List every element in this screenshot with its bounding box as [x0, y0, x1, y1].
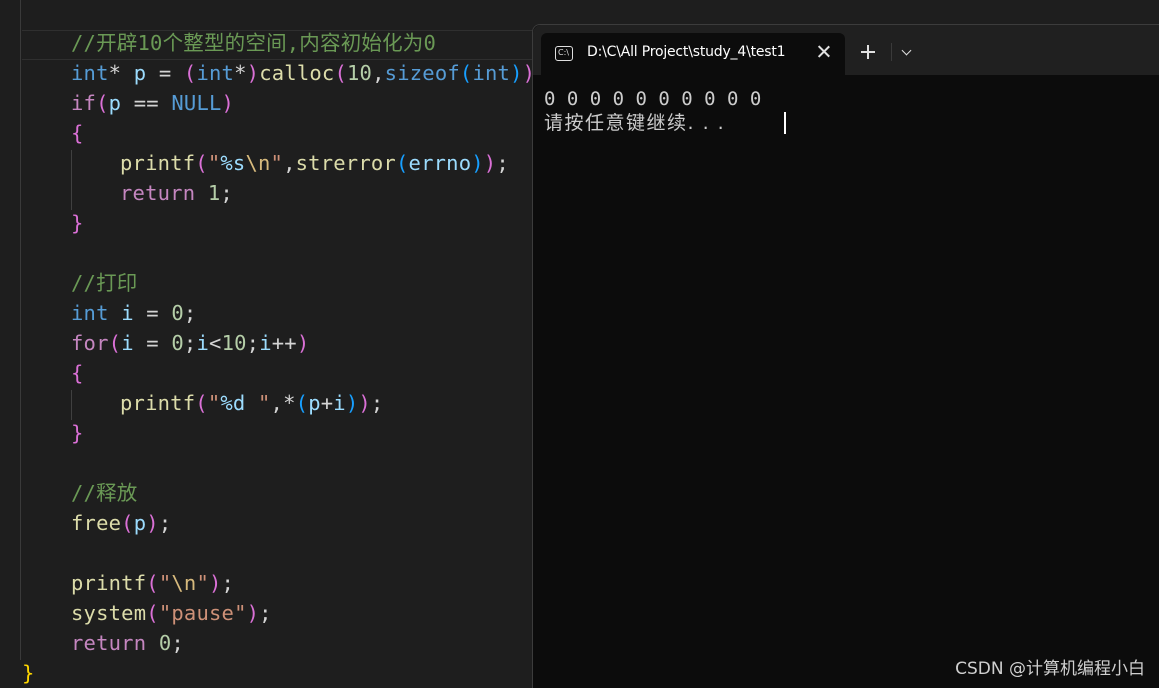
code-line-printf-value[interactable]: printf("%d ",*(p+i));	[120, 388, 383, 418]
chevron-down-icon[interactable]	[902, 47, 912, 57]
terminal-tab-title: D:\C\All Project\study_4\test1	[587, 44, 786, 60]
terminal-cursor	[784, 112, 786, 134]
watermark: CSDN @计算机编程小白	[955, 659, 1145, 679]
indent-guide	[71, 150, 72, 210]
code-line-brace-close[interactable]: }	[71, 418, 84, 448]
code-line-main-brace-close[interactable]: }	[22, 658, 35, 688]
terminal-output-values: 0 0 0 0 0 0 0 0 0 0	[544, 88, 762, 110]
plus-icon[interactable]	[860, 44, 876, 60]
code-line-free[interactable]: free(p);	[71, 508, 171, 538]
terminal-tab[interactable]: C:\ D:\C\All Project\study_4\test1	[541, 33, 845, 75]
code-line-brace-close[interactable]: }	[71, 208, 84, 238]
code-line-int-i[interactable]: int i = 0;	[71, 298, 196, 328]
code-line-comment-alloc[interactable]: //开辟10个整型的空间,内容初始化为0	[71, 28, 436, 58]
code-line-for[interactable]: for(i = 0;i<10;i++)	[71, 328, 309, 358]
code-line-comment-free[interactable]: //释放	[71, 478, 137, 508]
code-line-brace-open[interactable]: {	[71, 358, 84, 388]
terminal-window[interactable]: C:\ D:\C\All Project\study_4\test1 0 0 0…	[532, 24, 1159, 688]
gutter-divider	[20, 0, 21, 660]
code-line-if[interactable]: if(p == NULL)	[71, 88, 234, 118]
code-line-system-pause[interactable]: system("pause");	[71, 598, 272, 628]
terminal-icon: C:\	[555, 46, 573, 61]
tab-divider	[891, 43, 892, 61]
code-line-printf-error[interactable]: printf("%s\n",strerror(errno));	[120, 148, 509, 178]
code-line-comment-print[interactable]: //打印	[71, 268, 137, 298]
close-icon[interactable]	[813, 41, 835, 63]
code-line-return-1[interactable]: return 1;	[120, 178, 233, 208]
code-line-return-0[interactable]: return 0;	[71, 628, 184, 658]
terminal-pause-prompt: 请按任意键继续. . .	[544, 112, 726, 134]
code-line-brace-open[interactable]: {	[71, 118, 84, 148]
terminal-tab-bar: C:\ D:\C\All Project\study_4\test1	[533, 25, 1159, 75]
code-line-printf-newline[interactable]: printf("\n");	[71, 568, 234, 598]
code-line-calloc[interactable]: int* p = (int*)calloc(10,sizeof(int));	[71, 58, 548, 88]
indent-guide	[71, 390, 72, 420]
